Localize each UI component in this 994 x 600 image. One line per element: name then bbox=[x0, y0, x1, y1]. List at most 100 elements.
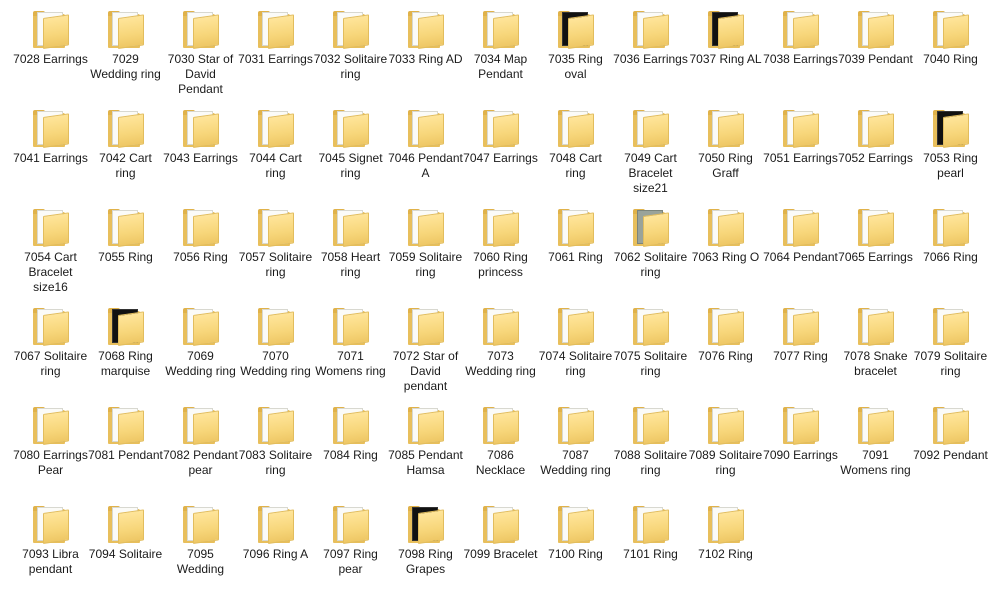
folder-item[interactable]: 7097 Ring pear bbox=[313, 501, 388, 600]
folder-item[interactable]: 7075 Solitaire ring bbox=[613, 303, 688, 402]
folder-item[interactable]: 7029 Wedding ring bbox=[88, 6, 163, 105]
folder-item[interactable]: 7098 Ring Grapes bbox=[388, 501, 463, 600]
folder-icon bbox=[181, 206, 221, 248]
folder-item[interactable]: 7079 Solitaire ring bbox=[913, 303, 988, 402]
folder-item[interactable]: 7040 Ring bbox=[913, 6, 988, 105]
folder-label: 7043 Earrings bbox=[163, 151, 238, 165]
folder-item[interactable]: 7054 Cart Bracelet size16 bbox=[13, 204, 88, 303]
folder-item[interactable]: 7092 Pendant bbox=[913, 402, 988, 501]
folder-item[interactable]: 7083 Solitaire ring bbox=[238, 402, 313, 501]
folder-label: 7034 Map Pendant bbox=[473, 52, 528, 81]
folder-icon bbox=[331, 8, 371, 50]
folder-item[interactable]: 7030 Star of David Pendant bbox=[163, 6, 238, 105]
folder-item[interactable]: 7070 Wedding ring bbox=[238, 303, 313, 402]
folder-item[interactable]: 7091 Womens ring bbox=[838, 402, 913, 501]
folder-item[interactable]: 7034 Map Pendant bbox=[463, 6, 538, 105]
folder-item[interactable]: 7045 Signet ring bbox=[313, 105, 388, 204]
folder-item[interactable]: 7057 Solitaire ring bbox=[238, 204, 313, 303]
folder-item[interactable]: 7087 Wedding ring bbox=[538, 402, 613, 501]
folder-icon bbox=[556, 404, 596, 446]
folder-item[interactable]: 7062 Solitaire ring bbox=[613, 204, 688, 303]
folder-item[interactable]: 7028 Earrings bbox=[13, 6, 88, 105]
folder-item[interactable]: 7046 Pendant A bbox=[388, 105, 463, 204]
folder-label: 7050 Ring Graff bbox=[698, 151, 753, 180]
folder-icon bbox=[631, 404, 671, 446]
folder-item[interactable]: 7071 Womens ring bbox=[313, 303, 388, 402]
folder-item[interactable]: 7065 Earrings bbox=[838, 204, 913, 303]
folder-item[interactable]: 7041 Earrings bbox=[13, 105, 88, 204]
folder-icon bbox=[106, 8, 146, 50]
folder-item[interactable]: 7067 Solitaire ring bbox=[13, 303, 88, 402]
folder-item[interactable]: 7090 Earrings bbox=[763, 402, 838, 501]
folder-item[interactable]: 7056 Ring bbox=[163, 204, 238, 303]
folder-item[interactable]: 7095 Wedding bbox=[163, 501, 238, 600]
folder-icon bbox=[481, 107, 521, 149]
folder-icon bbox=[31, 107, 71, 149]
folder-label: 7056 Ring bbox=[173, 250, 228, 264]
folder-item[interactable]: 7068 Ring marquise bbox=[88, 303, 163, 402]
folder-item[interactable]: 7064 Pendant bbox=[763, 204, 838, 303]
folder-item[interactable]: 7084 Ring bbox=[313, 402, 388, 501]
folder-item[interactable]: 7082 Pendant pear bbox=[163, 402, 238, 501]
folder-icon bbox=[481, 8, 521, 50]
folder-item[interactable]: 7076 Ring bbox=[688, 303, 763, 402]
folder-item[interactable]: 7042 Cart ring bbox=[88, 105, 163, 204]
folder-item[interactable]: 7043 Earrings bbox=[163, 105, 238, 204]
folder-item[interactable]: 7059 Solitaire ring bbox=[388, 204, 463, 303]
folder-item[interactable]: 7047 Earrings bbox=[463, 105, 538, 204]
folder-item[interactable]: 7078 Snake bracelet bbox=[838, 303, 913, 402]
folder-item[interactable]: 7072 Star of David pendant bbox=[388, 303, 463, 402]
folder-item[interactable]: 7088 Solitaire ring bbox=[613, 402, 688, 501]
folder-item[interactable]: 7044 Cart ring bbox=[238, 105, 313, 204]
folder-label: 7060 Ring princess bbox=[473, 250, 528, 279]
folder-icon bbox=[181, 404, 221, 446]
folder-icon bbox=[256, 305, 296, 347]
folder-item[interactable]: 7077 Ring bbox=[763, 303, 838, 402]
folder-item[interactable]: 7037 Ring AL bbox=[688, 6, 763, 105]
folder-item[interactable]: 7102 Ring bbox=[688, 501, 763, 600]
folder-item[interactable]: 7053 Ring pearl bbox=[913, 105, 988, 204]
folder-item[interactable]: 7051 Earrings bbox=[763, 105, 838, 204]
folder-item[interactable]: 7099 Bracelet bbox=[463, 501, 538, 600]
folder-item[interactable]: 7096 Ring A bbox=[238, 501, 313, 600]
folder-item[interactable]: 7101 Ring bbox=[613, 501, 688, 600]
folder-item[interactable]: 7038 Earrings bbox=[763, 6, 838, 105]
folder-icon bbox=[331, 503, 371, 545]
folder-item[interactable]: 7032 Solitaire ring bbox=[313, 6, 388, 105]
folder-label: 7093 Libra pendant bbox=[22, 547, 79, 576]
folder-item[interactable]: 7050 Ring Graff bbox=[688, 105, 763, 204]
folder-item[interactable]: 7061 Ring bbox=[538, 204, 613, 303]
folder-item[interactable]: 7080 Earrings Pear bbox=[13, 402, 88, 501]
folder-item[interactable]: 7048 Cart ring bbox=[538, 105, 613, 204]
folder-item[interactable]: 7069 Wedding ring bbox=[163, 303, 238, 402]
folder-item[interactable]: 7039 Pendant bbox=[838, 6, 913, 105]
folder-item[interactable]: 7036 Earrings bbox=[613, 6, 688, 105]
folder-item[interactable]: 7094 Solitaire bbox=[88, 501, 163, 600]
folder-item[interactable]: 7049 Cart Bracelet size21 bbox=[613, 105, 688, 204]
folder-item[interactable]: 7031 Earrings bbox=[238, 6, 313, 105]
folder-item[interactable]: 7052 Earrings bbox=[838, 105, 913, 204]
folder-label: 7095 Wedding bbox=[176, 547, 225, 576]
folder-item[interactable]: 7089 Solitaire ring bbox=[688, 402, 763, 501]
folder-item[interactable]: 7086 Necklace bbox=[463, 402, 538, 501]
folder-item[interactable]: 7066 Ring bbox=[913, 204, 988, 303]
folder-item[interactable]: 7073 Wedding ring bbox=[463, 303, 538, 402]
folder-item[interactable]: 7035 Ring oval bbox=[538, 6, 613, 105]
folder-item[interactable]: 7060 Ring princess bbox=[463, 204, 538, 303]
folder-icon bbox=[106, 107, 146, 149]
folder-item[interactable]: 7081 Pendant bbox=[88, 402, 163, 501]
folder-item[interactable]: 7055 Ring bbox=[88, 204, 163, 303]
folder-item[interactable]: 7100 Ring bbox=[538, 501, 613, 600]
folder-item[interactable]: 7085 Pendant Hamsa bbox=[388, 402, 463, 501]
folder-item[interactable]: 7093 Libra pendant bbox=[13, 501, 88, 600]
folder-item[interactable]: 7074 Solitaire ring bbox=[538, 303, 613, 402]
folder-label: 7067 Solitaire ring bbox=[13, 349, 88, 378]
folder-item[interactable]: 7058 Heart ring bbox=[313, 204, 388, 303]
folder-icon bbox=[256, 404, 296, 446]
folder-icon bbox=[181, 503, 221, 545]
folder-icon bbox=[856, 107, 896, 149]
folder-item[interactable]: 7063 Ring O bbox=[688, 204, 763, 303]
folder-label: 7037 Ring AL bbox=[689, 52, 762, 66]
folder-item[interactable]: 7033 Ring AD bbox=[388, 6, 463, 105]
folder-icon bbox=[406, 8, 446, 50]
